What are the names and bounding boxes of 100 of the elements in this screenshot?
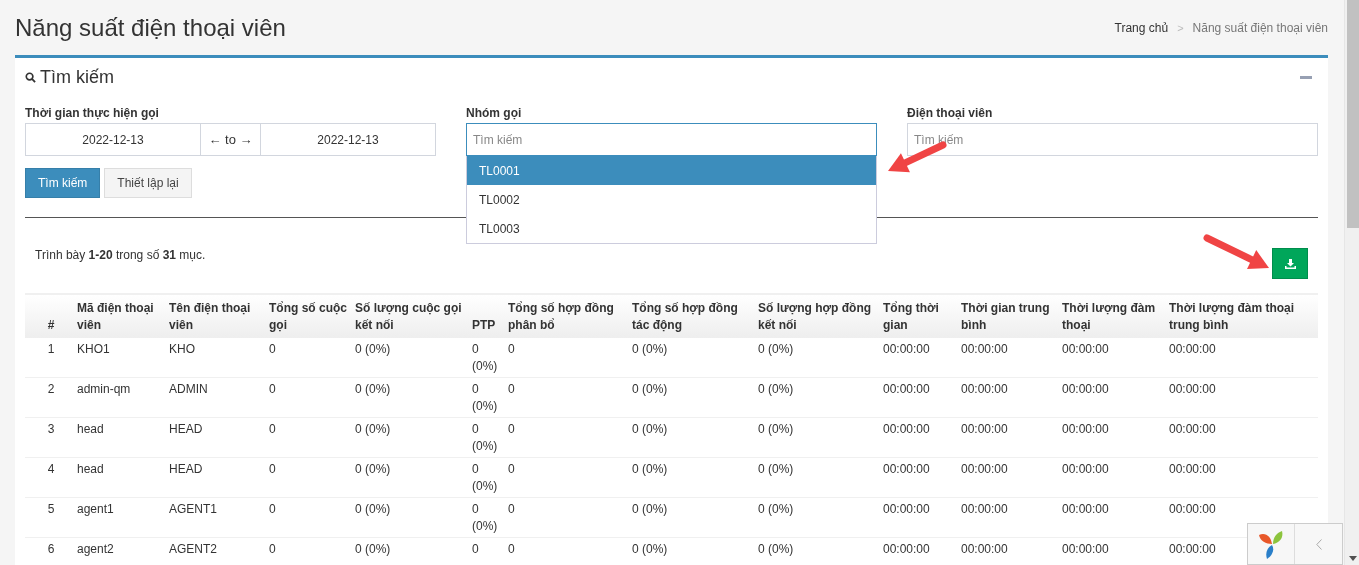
table-cell: head <box>69 457 161 498</box>
table-cell: 00:00:00 <box>953 417 1054 458</box>
field-label: Thời gian thực hiện gọi <box>25 106 160 120</box>
table-cell: 6 <box>25 537 69 565</box>
table-cell: 00:00:00 <box>1054 377 1161 418</box>
table-cell: 00:00:00 <box>953 537 1054 565</box>
column-header: Thời lượng đàm thoại <box>1054 294 1161 338</box>
table-cell: 0 <box>500 497 624 538</box>
search-icon <box>25 71 36 83</box>
column-header: PTP <box>464 294 500 338</box>
table-cell: 0 (0%) <box>347 417 464 458</box>
download-icon <box>1284 258 1296 269</box>
table-cell: 0 (0%) <box>347 537 464 565</box>
table-cell: 2 <box>25 377 69 418</box>
table-cell: admin-qm <box>69 377 161 418</box>
breadcrumb-link[interactable]: Năng suất điện thoại viên <box>1192 20 1328 35</box>
table-cell: 00:00:00 <box>1054 537 1161 565</box>
table-cell: 0 <box>464 537 500 565</box>
table-cell: 00:00:00 <box>1161 377 1318 418</box>
table-cell: 0 (0%) <box>624 338 750 378</box>
summary-text: Trình bày 1-20 trong số 31 mục. <box>35 248 206 264</box>
dropdown-option[interactable]: TL0001 <box>467 156 876 185</box>
table-cell: 00:00:00 <box>1054 338 1161 378</box>
table-cell: ADMIN <box>161 377 261 418</box>
collapse-icon[interactable] <box>1300 75 1312 79</box>
scrollbar-thumb[interactable] <box>1347 0 1359 228</box>
scrollbar[interactable] <box>1344 0 1359 565</box>
column-header: # <box>25 294 69 338</box>
column-header: Thời gian trung bình <box>953 294 1054 338</box>
table-cell: 00:00:00 <box>875 497 953 538</box>
table-cell: 00:00:00 <box>953 377 1054 418</box>
table-cell: 0 (0%) <box>624 377 750 418</box>
table-cell: 0 <box>261 497 347 538</box>
column-header: Tổng số hợp đồng phân bổ <box>500 294 624 338</box>
date-from-field[interactable]: 2022-12-13 <box>25 123 201 156</box>
search-button[interactable]: Tìm kiếm <box>25 168 101 198</box>
table-cell: 00:00:00 <box>1054 457 1161 498</box>
table-cell: 0 (0%) <box>464 497 500 538</box>
table-cell: 00:00:00 <box>1161 417 1318 458</box>
table-cell: HEAD <box>161 457 261 498</box>
table-cell: 0 (0%) <box>347 497 464 538</box>
table-cell: 0 (0%) <box>750 457 875 498</box>
table-cell: 0 <box>261 457 347 498</box>
field-label: Nhóm gọi <box>466 106 523 120</box>
table-cell: KHO1 <box>69 338 161 378</box>
scroll-down-icon[interactable] <box>1349 556 1357 561</box>
table-cell: 0 (0%) <box>750 338 875 378</box>
table-cell: 4 <box>25 457 69 498</box>
range-separator: ← to → <box>201 123 260 156</box>
arrow <box>1203 234 1269 270</box>
table-cell: 0 (0%) <box>750 537 875 565</box>
table-cell: 0 (0%) <box>624 457 750 498</box>
page-title: Năng suất điện thoại viên <box>15 13 286 42</box>
table-cell: AGENT1 <box>161 497 261 538</box>
table-cell: 0 (0%) <box>347 457 464 498</box>
table-cell: 3 <box>25 417 69 458</box>
table-cell: 0 (0%) <box>347 377 464 418</box>
petal-logo-icon[interactable] <box>1258 529 1284 559</box>
download-button[interactable] <box>1272 248 1308 279</box>
table-cell: 0 (0%) <box>624 497 750 538</box>
table-cell: 0 (0%) <box>464 417 500 458</box>
table-cell: 00:00:00 <box>875 338 953 378</box>
column-header: Tổng số cuộc gọi <box>261 294 347 338</box>
column-header: Mã điện thoại viên <box>69 294 161 338</box>
column-header: Thời lượng đàm thoại trung bình <box>1161 294 1318 338</box>
table-cell: 00:00:00 <box>1054 417 1161 458</box>
table-cell: 0 (0%) <box>624 417 750 458</box>
table-cell: 00:00:00 <box>875 537 953 565</box>
table-cell: 1 <box>25 338 69 378</box>
table-cell: 0 (0%) <box>347 338 464 378</box>
column-header: Tên điện thoại viên <box>161 294 261 338</box>
column-header: Tổng số hợp đồng tác động <box>624 294 750 338</box>
table-cell: 0 <box>261 537 347 565</box>
table-cell: 00:00:00 <box>1161 457 1318 498</box>
table-cell: 0 <box>500 377 624 418</box>
table-cell: 00:00:00 <box>953 457 1054 498</box>
table-cell: 0 <box>261 377 347 418</box>
field-label: Điện thoại viên <box>907 106 994 120</box>
reset-button[interactable]: Thiết lập lại <box>104 168 192 198</box>
column-header: Tổng thời gian <box>875 294 953 338</box>
table-cell: 00:00:00 <box>875 417 953 458</box>
table-cell: 00:00:00 <box>875 457 953 498</box>
date-to-field[interactable]: 2022-12-13 <box>260 123 436 156</box>
table-cell: 0 <box>261 417 347 458</box>
column-header: Số lượng hợp đồng kết nối <box>750 294 875 338</box>
chevron-left-icon[interactable] <box>1315 538 1322 550</box>
table-cell: 00:00:00 <box>953 338 1054 378</box>
table-cell: 0 <box>500 417 624 458</box>
breadcrumb-separator: > <box>1177 21 1184 34</box>
table-cell: AGENT2 <box>161 537 261 565</box>
table-cell: head <box>69 417 161 458</box>
search-field[interactable]: Tìm kiếm <box>466 123 877 156</box>
table-cell: 0 <box>500 457 624 498</box>
table-cell: 0 <box>500 537 624 565</box>
table-cell: agent1 <box>69 497 161 538</box>
table-cell: 0 <box>500 338 624 378</box>
breadcrumb-link[interactable]: Trang chủ <box>1114 20 1169 35</box>
table-cell: 00:00:00 <box>1161 338 1318 378</box>
table-cell: 0 (0%) <box>624 537 750 565</box>
table-cell: 0 (0%) <box>464 377 500 418</box>
